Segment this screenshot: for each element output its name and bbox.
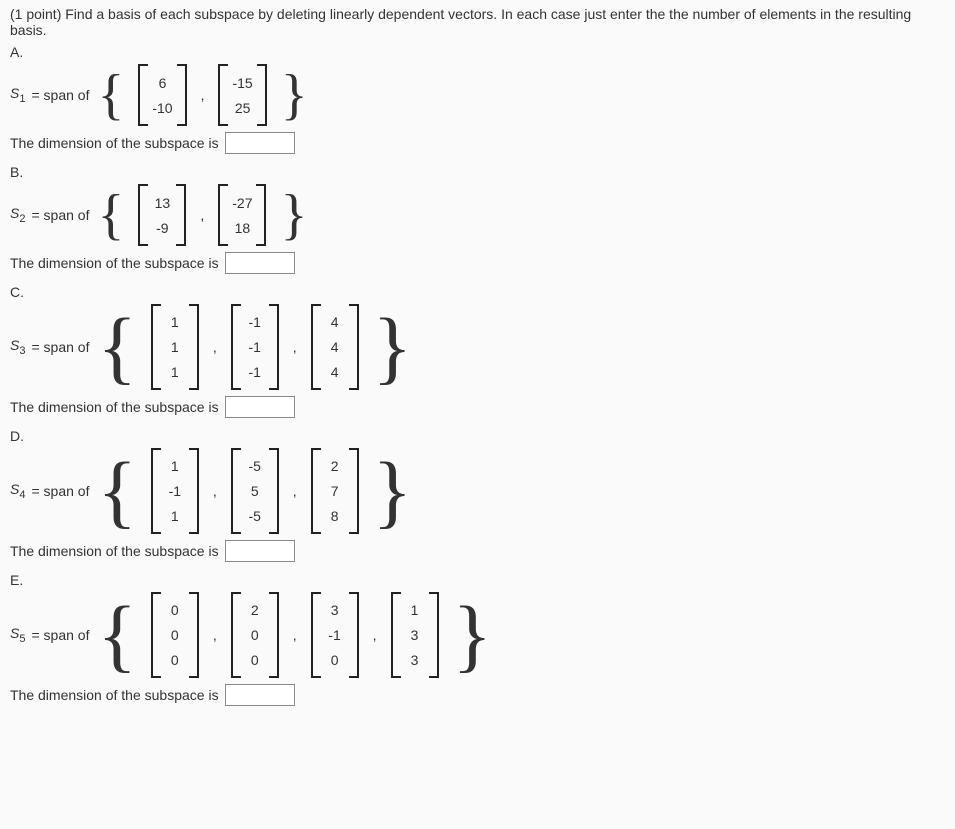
vector: 3-10: [311, 592, 359, 678]
span-of-text: = span of: [31, 87, 89, 103]
left-brace-icon: {: [95, 187, 126, 243]
part-d-label: D.: [10, 428, 945, 444]
s-variable: S3: [10, 337, 25, 357]
dimension-label: The dimension of the subspace is: [10, 399, 219, 415]
part-b-equation: S2 = span of { 13-9 , -2718 }: [10, 184, 945, 246]
dimension-label: The dimension of the subspace is: [10, 135, 219, 151]
dimension-input-e[interactable]: [225, 684, 295, 706]
dimension-label: The dimension of the subspace is: [10, 687, 219, 703]
left-brace-icon: {: [95, 594, 138, 676]
s-variable: S4: [10, 481, 25, 501]
part-c-equation: S3 = span of { 111 , -1-1-1 , 444 }: [10, 304, 945, 390]
vector: -55-5: [231, 448, 279, 534]
span-of-text: = span of: [31, 627, 89, 643]
comma: ,: [371, 627, 379, 643]
part-e-label: E.: [10, 572, 945, 588]
comma: ,: [291, 339, 299, 355]
s-variable: S1: [10, 85, 25, 105]
vector: 6-10: [138, 64, 186, 126]
left-brace-icon: {: [95, 450, 138, 532]
vector: -1525: [218, 64, 266, 126]
part-c-label: C.: [10, 284, 945, 300]
comma: ,: [199, 87, 207, 103]
dimension-input-a[interactable]: [225, 132, 295, 154]
right-brace-icon: }: [371, 450, 414, 532]
right-brace-icon: }: [279, 67, 310, 123]
dimension-input-d[interactable]: [225, 540, 295, 562]
part-d-equation: S4 = span of { 1-11 , -55-5 , 278 }: [10, 448, 945, 534]
vector: 13-9: [138, 184, 186, 246]
comma: ,: [291, 483, 299, 499]
dimension-label: The dimension of the subspace is: [10, 255, 219, 271]
part-a-equation: S1 = span of { 6-10 , -1525 }: [10, 64, 945, 126]
comma: ,: [211, 627, 219, 643]
vector: 1-11: [151, 448, 199, 534]
vector: -1-1-1: [231, 304, 279, 390]
dimension-input-b[interactable]: [225, 252, 295, 274]
span-of-text: = span of: [31, 339, 89, 355]
comma: ,: [211, 483, 219, 499]
s-variable: S2: [10, 205, 25, 225]
span-of-text: = span of: [31, 483, 89, 499]
question-intro: (1 point) Find a basis of each subspace …: [10, 6, 945, 38]
vector: -2718: [218, 184, 266, 246]
vector: 111: [151, 304, 199, 390]
part-a-label: A.: [10, 44, 945, 60]
vector: 278: [311, 448, 359, 534]
vector: 444: [311, 304, 359, 390]
right-brace-icon: }: [371, 306, 414, 388]
vector: 200: [231, 592, 279, 678]
span-of-text: = span of: [31, 207, 89, 223]
comma: ,: [211, 339, 219, 355]
vector: 133: [391, 592, 439, 678]
part-b-label: B.: [10, 164, 945, 180]
comma: ,: [198, 207, 206, 223]
vector: 000: [151, 592, 199, 678]
left-brace-icon: {: [95, 67, 126, 123]
right-brace-icon: }: [278, 187, 309, 243]
left-brace-icon: {: [95, 306, 138, 388]
part-e-equation: S5 = span of { 000 , 200 , 3-10 , 133 }: [10, 592, 945, 678]
dimension-input-c[interactable]: [225, 396, 295, 418]
s-variable: S5: [10, 625, 25, 645]
right-brace-icon: }: [451, 594, 494, 676]
comma: ,: [291, 627, 299, 643]
dimension-label: The dimension of the subspace is: [10, 543, 219, 559]
